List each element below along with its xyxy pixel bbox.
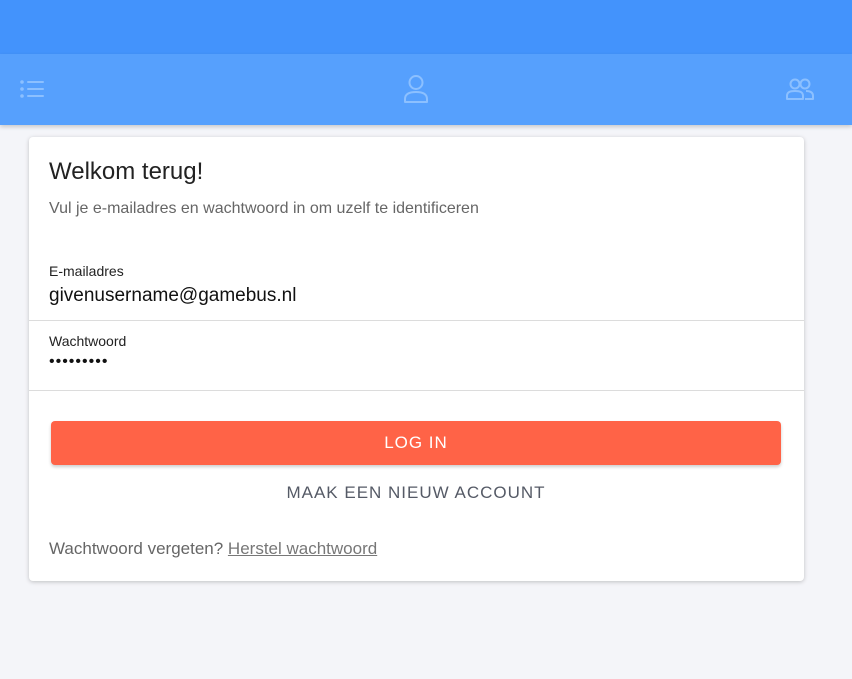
email-input[interactable] (49, 283, 784, 309)
password-input[interactable]: ••••••••• (49, 353, 108, 371)
forgot-password-text: Wachtwoord vergeten? Herstel wachtwoord (49, 539, 377, 559)
navigation-bar (0, 54, 852, 125)
email-field[interactable]: E-mailadres (29, 253, 804, 321)
page-subtitle: Vul je e-mailadres en wachtwoord in om u… (49, 200, 479, 217)
reset-password-link[interactable]: Herstel wachtwoord (228, 539, 377, 558)
top-app-bar (0, 0, 852, 54)
list-icon[interactable] (15, 72, 49, 106)
login-button[interactable]: LOG IN (51, 421, 781, 465)
password-field[interactable]: Wachtwoord ••••••••• (29, 321, 804, 391)
login-card: Welkom terug! Vul je e-mailadres en wach… (29, 137, 804, 581)
group-icon[interactable] (783, 72, 817, 106)
new-account-button[interactable]: MAAK EEN NIEUW ACCOUNT (51, 477, 781, 509)
password-label: Wachtwoord (49, 333, 127, 349)
forgot-password-label: Wachtwoord vergeten? (49, 539, 228, 558)
email-label: E-mailadres (49, 263, 124, 279)
page-title: Welkom terug! (49, 158, 204, 185)
user-icon[interactable] (399, 72, 433, 106)
